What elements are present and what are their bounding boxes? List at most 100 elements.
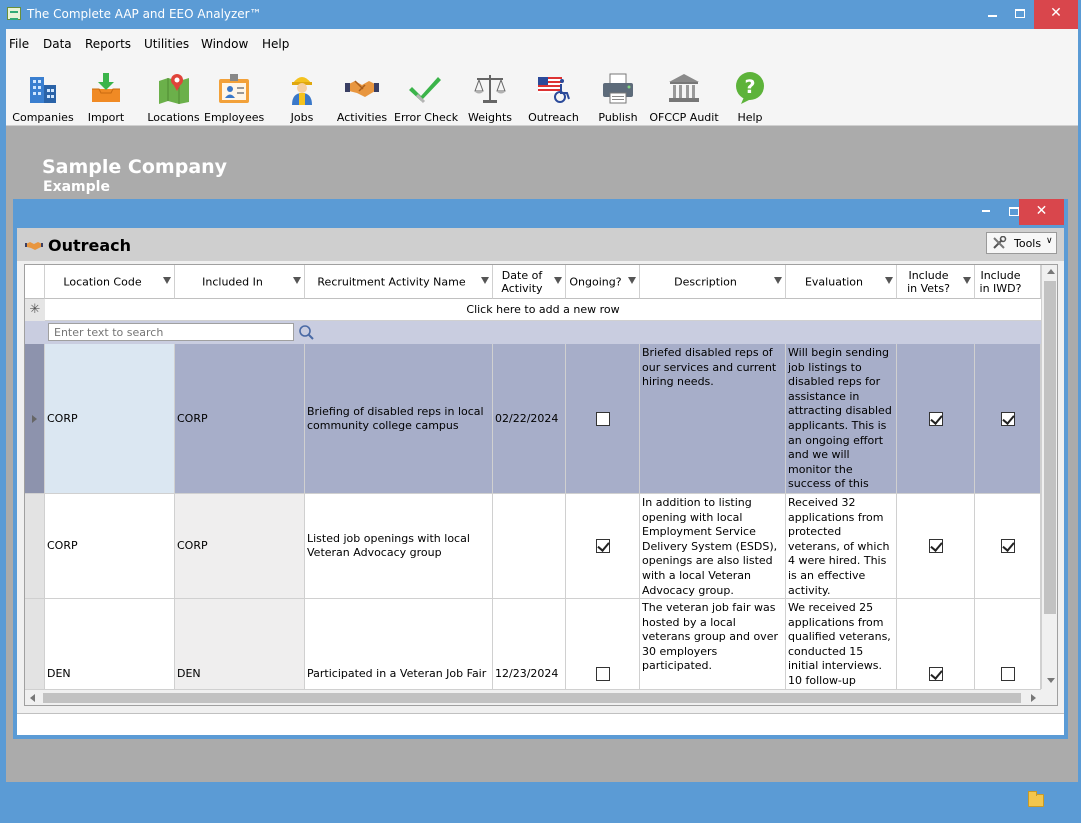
error-check-button[interactable]: Error Check	[394, 59, 458, 125]
col-include-iwd[interactable]: Include in IWD?	[975, 265, 1041, 299]
menu-help[interactable]: Help	[262, 37, 289, 51]
employees-button[interactable]: Employees	[204, 59, 264, 125]
cell-ongoing[interactable]	[566, 494, 640, 598]
scroll-up-icon[interactable]	[1047, 269, 1055, 274]
filter-icon[interactable]	[963, 277, 971, 284]
horizontal-scrollbar[interactable]	[25, 689, 1041, 705]
filter-icon[interactable]	[554, 277, 562, 284]
search-icon[interactable]	[298, 324, 315, 341]
child-minimize-button[interactable]	[971, 199, 1001, 225]
import-button[interactable]: Import	[81, 59, 131, 125]
cell-text: Received 32 applications from protected …	[788, 496, 890, 597]
companies-button[interactable]: Companies	[8, 59, 78, 125]
ongoing-checkbox[interactable]	[595, 539, 610, 553]
maximize-button[interactable]	[1003, 0, 1037, 29]
locations-button[interactable]: Locations	[146, 59, 201, 125]
scales-icon	[474, 75, 506, 103]
menu-data[interactable]: Data	[43, 37, 72, 51]
filter-icon[interactable]	[163, 277, 171, 284]
table-row[interactable]: CORP CORP Briefing of disabled reps in l…	[25, 344, 1041, 494]
filter-icon[interactable]	[774, 277, 782, 284]
cell-included-in[interactable]: CORP	[175, 494, 305, 598]
menu-window[interactable]: Window	[201, 37, 248, 51]
scroll-left-icon[interactable]	[30, 694, 35, 702]
col-ongoing[interactable]: Ongoing?	[566, 265, 640, 299]
weights-button[interactable]: Weights	[464, 59, 516, 125]
tools-dropdown[interactable]: Tools ∨	[986, 232, 1057, 254]
iwd-checkbox[interactable]	[1000, 666, 1015, 681]
vets-checkbox[interactable]	[928, 666, 943, 681]
filter-icon[interactable]	[628, 277, 636, 284]
cell-date[interactable]	[493, 494, 566, 598]
vets-checkbox[interactable]	[928, 539, 943, 553]
ofccp-audit-button[interactable]: OFCCP Audit	[646, 59, 722, 125]
outreach-panel: Outreach Tools ∨ Location Code Included …	[17, 228, 1064, 735]
maximize-icon	[1009, 207, 1019, 216]
horizontal-scroll-thumb[interactable]	[43, 693, 1021, 703]
col-location-code[interactable]: Location Code	[45, 265, 175, 299]
close-button[interactable]: ✕	[1034, 0, 1078, 29]
jobs-label: Jobs	[290, 111, 314, 124]
ongoing-checkbox[interactable]	[595, 411, 610, 426]
outreach-button[interactable]: Outreach	[526, 59, 581, 125]
col-label: Recruitment Activity Name	[317, 275, 466, 288]
cell-text: Briefed disabled reps of our services an…	[642, 346, 777, 389]
outreach-label: Outreach	[528, 111, 579, 124]
tools-icon	[993, 236, 1007, 249]
cell-included-in[interactable]: CORP	[175, 344, 305, 493]
cell-location-code[interactable]: CORP	[45, 494, 175, 598]
cell-description[interactable]: Briefed disabled reps of our services an…	[640, 344, 786, 493]
filter-icon[interactable]	[293, 277, 301, 284]
vertical-scroll-thumb[interactable]	[1044, 281, 1056, 614]
vertical-scrollbar[interactable]	[1041, 265, 1057, 689]
cell-text: Listed job openings with local Veteran A…	[307, 532, 470, 559]
cell-location-code[interactable]: CORP	[45, 344, 175, 493]
scroll-right-icon[interactable]	[1031, 694, 1036, 702]
jobs-button[interactable]: Jobs	[281, 59, 323, 125]
col-description[interactable]: Description	[640, 265, 786, 299]
col-include-vets[interactable]: Include in Vets?	[897, 265, 975, 299]
folder-icon[interactable]	[1028, 791, 1044, 807]
minimize-icon	[982, 210, 990, 212]
publish-button[interactable]: Publish	[594, 59, 642, 125]
iwd-checkbox[interactable]	[1000, 411, 1015, 426]
filter-icon[interactable]	[885, 277, 893, 284]
iwd-checkbox[interactable]	[1000, 539, 1015, 553]
menu-file[interactable]: File	[9, 37, 29, 51]
cell-evaluation[interactable]: Received 32 applications from protected …	[786, 494, 897, 598]
close-icon: ✕	[1035, 203, 1048, 219]
cell-date[interactable]: 02/22/2024	[493, 344, 566, 493]
cell-iwd[interactable]	[975, 344, 1041, 493]
ongoing-checkbox[interactable]	[595, 666, 610, 681]
menu-utilities[interactable]: Utilities	[144, 37, 189, 51]
menu-reports[interactable]: Reports	[85, 37, 131, 51]
map-pin-icon	[158, 74, 189, 104]
cell-activity[interactable]: Briefing of disabled reps in local commu…	[305, 344, 493, 493]
col-activity-name[interactable]: Recruitment Activity Name	[305, 265, 493, 299]
activities-button[interactable]: Activities	[336, 59, 388, 125]
vets-checkbox[interactable]	[928, 411, 943, 426]
row-selector[interactable]	[25, 344, 45, 493]
cell-vets[interactable]	[897, 494, 975, 598]
cell-evaluation[interactable]: Will begin sending job listings to disab…	[786, 344, 897, 493]
col-included-in[interactable]: Included In	[175, 265, 305, 299]
cell-text: DEN	[47, 666, 71, 680]
cell-iwd[interactable]	[975, 494, 1041, 598]
search-input[interactable]	[48, 323, 294, 341]
col-label: Date of Activity	[501, 268, 543, 295]
cell-description[interactable]: In addition to listing opening with loca…	[640, 494, 786, 598]
filter-icon[interactable]	[481, 277, 489, 284]
add-new-row[interactable]: ✳ Click here to add a new row	[25, 299, 1041, 321]
scroll-down-icon[interactable]	[1047, 678, 1055, 683]
col-evaluation[interactable]: Evaluation	[786, 265, 897, 299]
table-row[interactable]: CORP CORP Listed job openings with local…	[25, 494, 1041, 599]
grid-footer	[17, 713, 1064, 735]
col-date[interactable]: Date of Activity	[493, 265, 566, 299]
cell-ongoing[interactable]	[566, 344, 640, 493]
row-selector[interactable]	[25, 494, 45, 598]
child-close-button[interactable]: ✕	[1019, 199, 1064, 225]
help-button[interactable]: ? Help	[729, 59, 771, 125]
cell-vets[interactable]	[897, 344, 975, 493]
flag-accessibility-icon	[537, 77, 570, 103]
cell-activity[interactable]: Listed job openings with local Veteran A…	[305, 494, 493, 598]
